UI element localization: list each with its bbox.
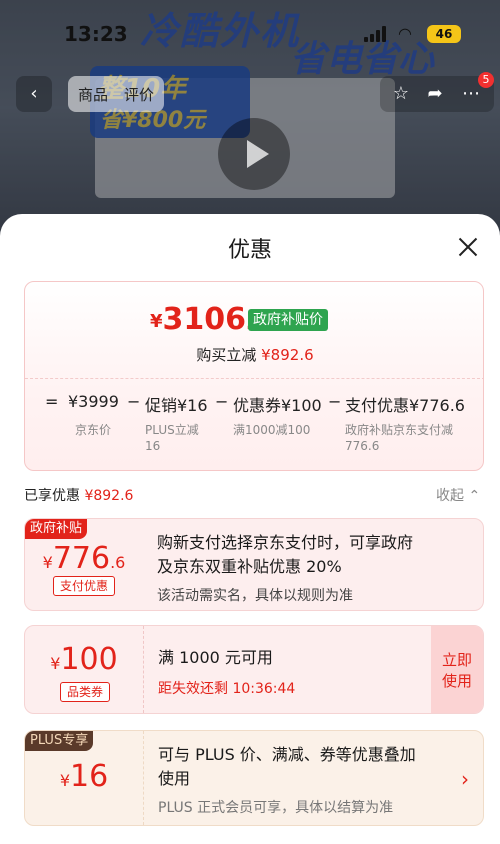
use-now-line-1: 立即 bbox=[441, 651, 472, 669]
gov-subsidy-price-tag: 政府补贴价 bbox=[248, 309, 328, 331]
amount-integer: 16 bbox=[70, 759, 109, 794]
reduce-label: 购买立减 bbox=[196, 346, 257, 364]
card-text-line-1: 购新支付选择京东支付时，可享政府 bbox=[157, 533, 414, 552]
card-amount-area: 政府补贴 ¥776.6 支付优惠 bbox=[25, 519, 143, 610]
tab-product[interactable]: 商品 bbox=[78, 84, 108, 105]
card-amount-area: PLUS专享 ¥16 bbox=[25, 731, 143, 825]
card-amount-area: ¥100 品类券 bbox=[25, 626, 143, 713]
close-icon[interactable] bbox=[455, 234, 481, 260]
coupon-countdown: 距失效还剩 10:36:44 bbox=[158, 681, 296, 697]
formula-value-payment: 支付优惠¥776.6 bbox=[345, 396, 465, 415]
chevron-right-icon: › bbox=[461, 767, 469, 791]
nav-tabs: 商品 评价 bbox=[68, 76, 165, 112]
reduce-amount: ¥892.6 bbox=[261, 346, 314, 364]
use-now-line-2: 使用 bbox=[441, 672, 472, 690]
formula-value-promo: 促销¥16 bbox=[145, 396, 208, 415]
battery-icon: 46 bbox=[427, 25, 461, 43]
amount-integer: 100 bbox=[60, 642, 118, 677]
share-icon[interactable]: ➦ bbox=[420, 76, 450, 112]
play-button[interactable] bbox=[218, 118, 290, 190]
formula-label-jd-price: 京东价 bbox=[75, 423, 112, 437]
tab-reviews[interactable]: 评价 bbox=[124, 84, 154, 105]
amount-integer: 776 bbox=[52, 541, 111, 576]
card-subtext: PLUS 正式会员可享，具体以结算为准 bbox=[158, 800, 394, 816]
gov-subsidy-tag: 政府补贴 bbox=[25, 519, 88, 539]
product-nav: ‹ 商品 评价 ☆ ➦ ⋯ 5 bbox=[0, 72, 500, 116]
nav-actions: ☆ ➦ ⋯ bbox=[380, 76, 494, 112]
chevron-up-icon: ⌃ bbox=[468, 488, 481, 504]
minus-sign: − bbox=[328, 392, 342, 411]
star-icon[interactable]: ☆ bbox=[386, 76, 416, 112]
price-currency: ¥ bbox=[150, 311, 163, 332]
card-amount: ¥100 bbox=[25, 642, 143, 677]
payment-discount-card[interactable]: 政府补贴 ¥776.6 支付优惠 购新支付选择京东支付时，可享政府 及京东双重补… bbox=[24, 518, 484, 611]
chevron-left-icon: ‹ bbox=[30, 83, 38, 104]
collapse-button[interactable]: 收起 ⌃ bbox=[436, 485, 480, 505]
equals-sign: = bbox=[45, 392, 59, 411]
reduce-line: 购买立减 ¥892.6 bbox=[25, 344, 483, 365]
sheet-title: 优惠 bbox=[227, 238, 272, 263]
minus-sign: − bbox=[215, 392, 229, 411]
collapse-label: 收起 bbox=[436, 488, 464, 504]
formula-label-payment: 政府补贴京东支付减776.6 bbox=[345, 423, 454, 453]
payment-discount-label: 支付优惠 bbox=[53, 576, 116, 596]
card-detail: 购新支付选择京东支付时，可享政府 及京东双重补贴优惠 20% 该活动需实名，具体… bbox=[143, 519, 483, 610]
card-text-line-1: 可与 PLUS 价、满减、券等优惠叠加 bbox=[158, 745, 416, 764]
amount-currency: ¥ bbox=[42, 553, 53, 572]
minus-sign: − bbox=[127, 392, 141, 411]
price-formula: = ¥3999 − 促销¥16 − 优惠券¥100 − 支付优惠¥776.6 京… bbox=[25, 392, 483, 462]
formula-label-promo: PLUS立减16 bbox=[145, 423, 199, 453]
status-bar: 13:23 ◠ 46 bbox=[0, 0, 500, 60]
card-detail: 满 1000 元可用 距失效还剩 10:36:44 已领 立即 使用 bbox=[143, 626, 483, 713]
enjoyed-label: 已享优惠 bbox=[24, 488, 80, 504]
formula-value-coupon: 优惠券¥100 bbox=[233, 396, 322, 415]
signal-icon bbox=[364, 26, 388, 42]
use-now-button[interactable]: 立即 使用 bbox=[431, 626, 483, 713]
discount-sheet: 优惠 ¥3106.4 政府补贴价 购买立减 ¥892.6 = ¥3999 − 促… bbox=[0, 214, 500, 844]
category-coupon-label: 品类券 bbox=[60, 682, 111, 702]
card-amount: ¥776.6 bbox=[25, 541, 143, 576]
message-badge: 5 bbox=[478, 72, 494, 88]
amount-decimal: .6 bbox=[110, 553, 126, 572]
plus-exclusive-tag: PLUS专享 bbox=[25, 731, 94, 751]
formula-value-jd-price: ¥3999 bbox=[68, 392, 119, 411]
price-integer: 3106 bbox=[162, 302, 247, 337]
enjoyed-discount: 已享优惠 ¥892.6 bbox=[24, 485, 133, 505]
status-time: 13:23 bbox=[64, 22, 128, 46]
coupon-card: ¥100 品类券 满 1000 元可用 距失效还剩 10:36:44 已领 立即… bbox=[24, 625, 484, 714]
amount-currency: ¥ bbox=[50, 654, 61, 673]
card-amount: ¥16 bbox=[25, 759, 143, 794]
amount-currency: ¥ bbox=[59, 771, 70, 790]
card-text-line-2: 及京东双重补贴优惠 20% bbox=[157, 557, 342, 576]
divider bbox=[25, 378, 483, 379]
card-text-line-2: 使用 bbox=[158, 769, 191, 788]
enjoyed-amount: ¥892.6 bbox=[84, 488, 134, 504]
card-detail: 可与 PLUS 价、满减、券等优惠叠加 使用 PLUS 正式会员可享，具体以结算… bbox=[143, 731, 483, 825]
wifi-icon: ◠ bbox=[398, 24, 412, 43]
back-button[interactable]: ‹ bbox=[16, 76, 52, 112]
plus-discount-card[interactable]: PLUS专享 ¥16 可与 PLUS 价、满减、券等优惠叠加 使用 PLUS 正… bbox=[24, 730, 484, 826]
price-summary: ¥3106.4 政府补贴价 购买立减 ¥892.6 = ¥3999 − 促销¥1… bbox=[24, 281, 484, 471]
card-subtext: 该活动需实名，具体以规则为准 bbox=[157, 588, 353, 604]
formula-label-coupon: 满1000减100 bbox=[233, 423, 311, 437]
coupon-condition: 满 1000 元可用 bbox=[158, 648, 273, 667]
